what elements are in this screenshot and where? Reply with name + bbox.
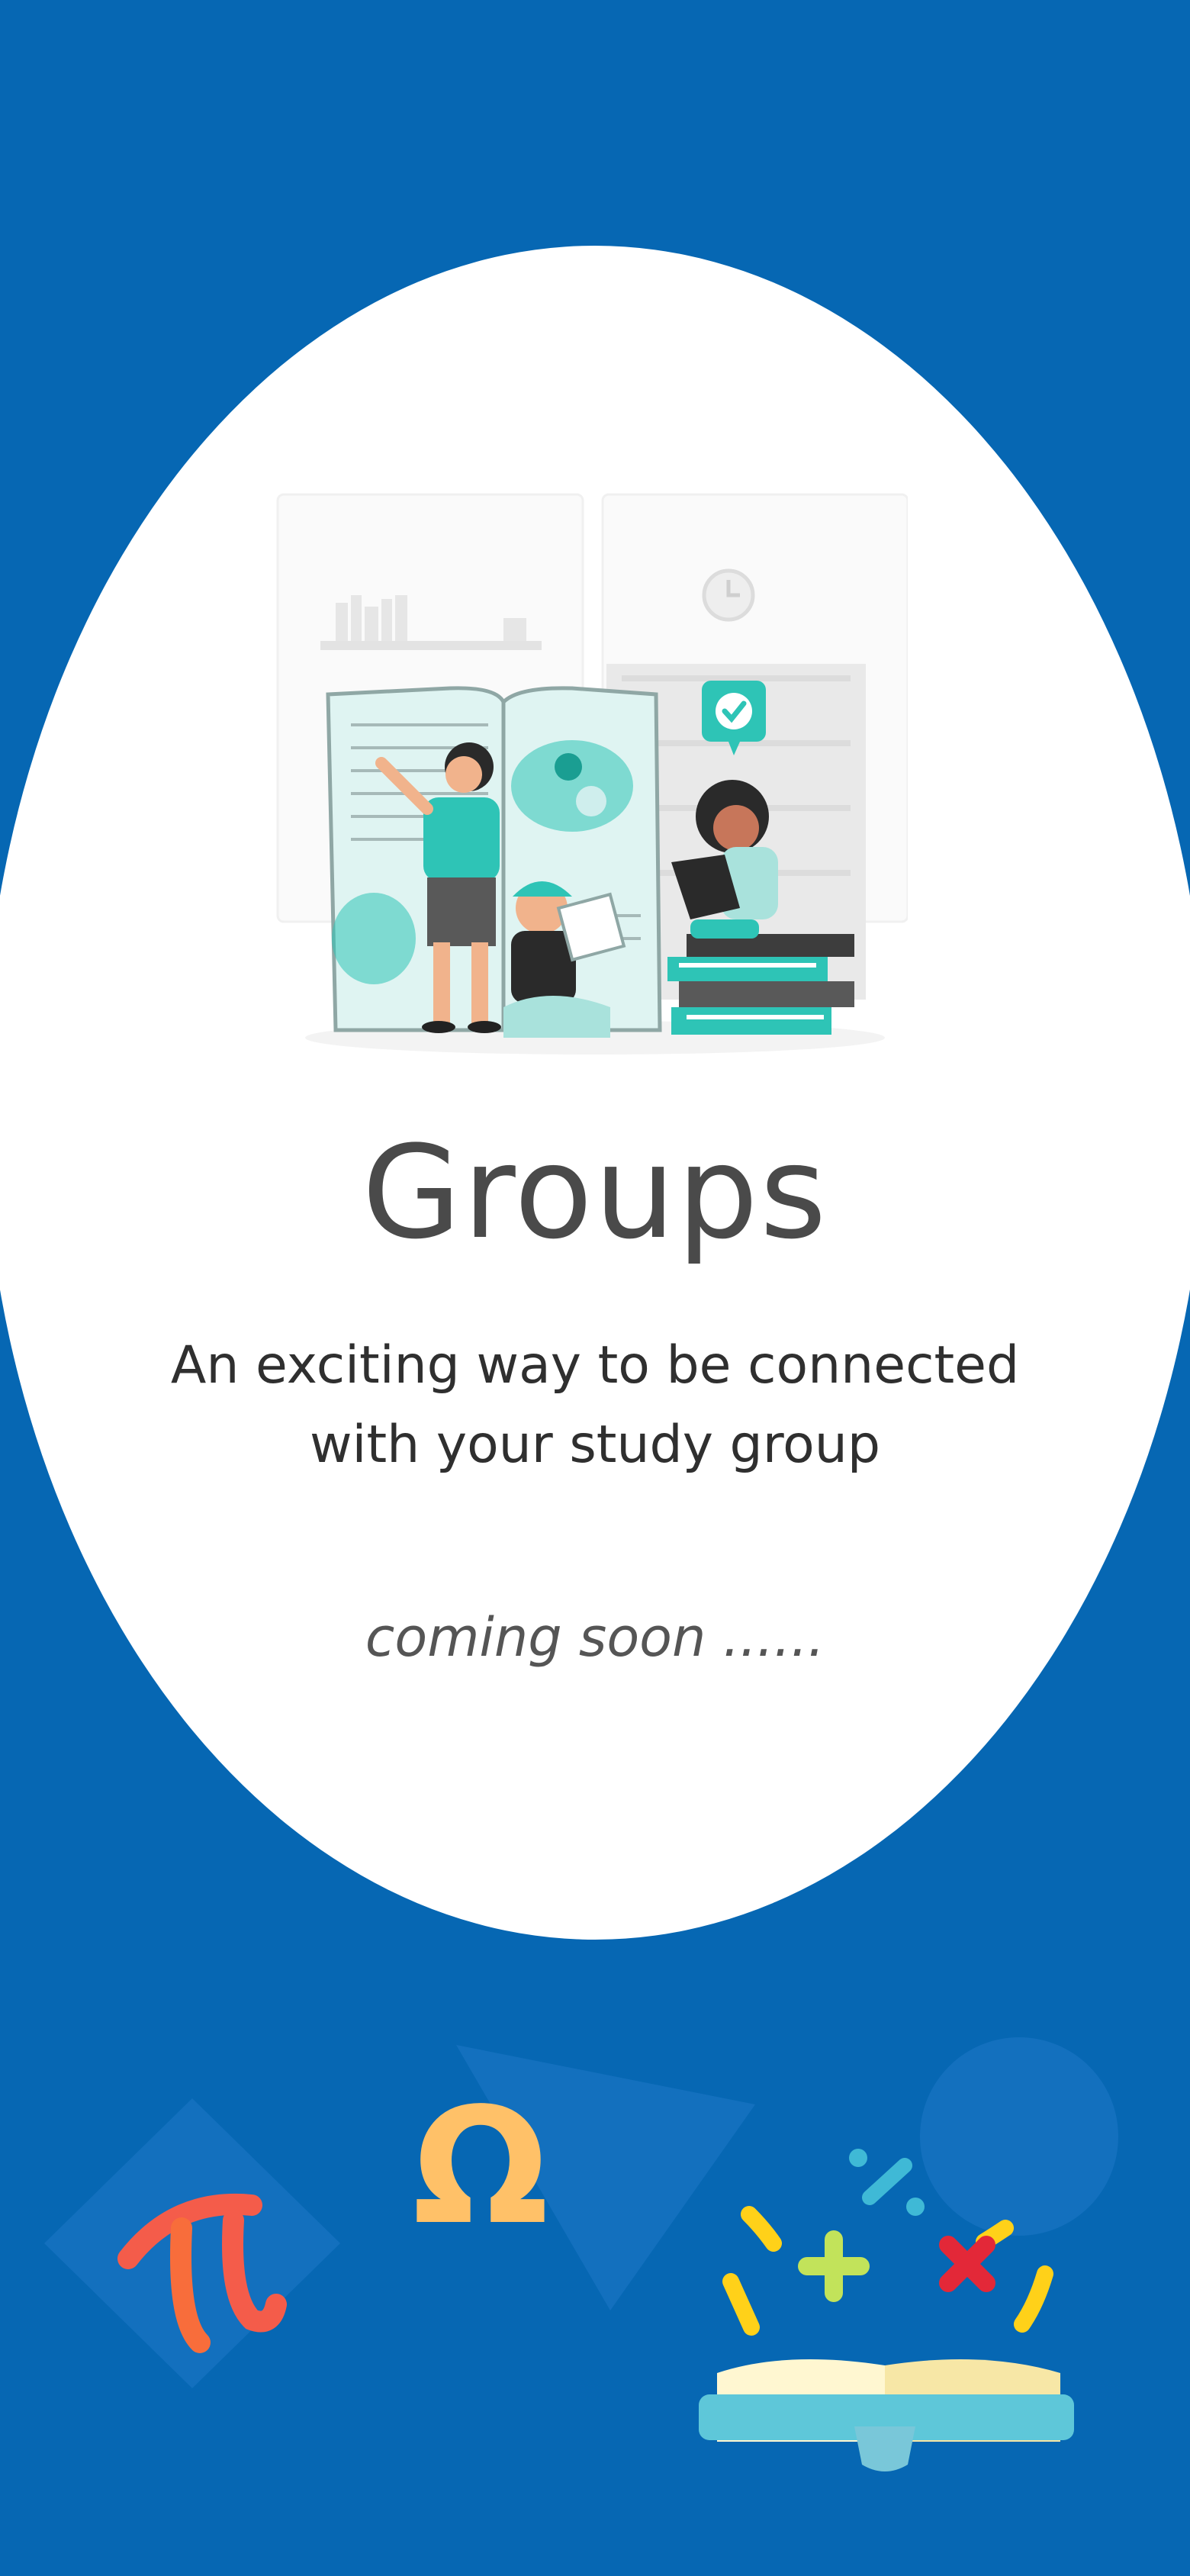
omega-symbol-icon: Ω [412,2073,549,2260]
subtitle-line-1: An exciting way to be connected [170,1335,1020,1396]
subtitle-line-2: with your study group [309,1415,881,1475]
decorative-math-background [44,2037,1118,2471]
page-title: Groups [362,1118,828,1267]
coming-soon-status: coming soon ...... [365,1606,825,1669]
study-group-illustration [276,493,908,1055]
page-subtitle: An exciting way to be connected with you… [0,1326,1190,1485]
